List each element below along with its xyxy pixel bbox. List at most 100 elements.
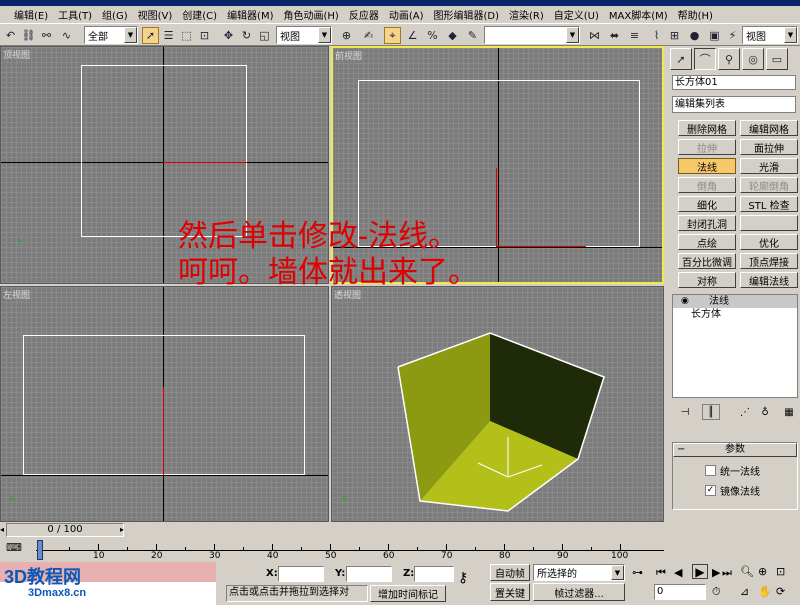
- motion-tab-icon[interactable]: ◎: [742, 48, 764, 70]
- lightbulb-icon[interactable]: ◉: [681, 295, 689, 308]
- modify-tab-icon[interactable]: ⌒: [694, 48, 716, 70]
- configure-sets-icon[interactable]: ▦: [780, 404, 798, 420]
- key-filters-button[interactable]: 帧过滤器...: [533, 583, 625, 601]
- edit-normals-button[interactable]: 编辑法线: [740, 272, 798, 288]
- viewport-label[interactable]: 前视图: [335, 49, 362, 62]
- checkbox-box[interactable]: [705, 465, 716, 476]
- checkbox-box[interactable]: ✓: [705, 485, 716, 496]
- render-scene-icon[interactable]: ▣: [706, 27, 723, 44]
- add-time-tag-button[interactable]: 增加时间标记: [370, 585, 446, 602]
- multires-button[interactable]: 百分比微调: [678, 253, 736, 269]
- track-bar-menu-icon[interactable]: ⌨: [6, 541, 22, 554]
- remove-modifier-icon[interactable]: ♁: [756, 404, 774, 420]
- select-manipulate-icon[interactable]: ✍: [360, 27, 377, 44]
- chamfer-button[interactable]: 倒角: [678, 177, 736, 193]
- menu-animation[interactable]: 动画(A): [389, 7, 424, 22]
- time-slider[interactable]: 0 / 100: [6, 523, 124, 537]
- menu-help[interactable]: 帮助(H): [678, 7, 713, 22]
- face-extrude-button[interactable]: 面拉伸: [740, 139, 798, 155]
- menu-group[interactable]: 组(G): [102, 7, 128, 22]
- menu-customize[interactable]: 自定义(U): [554, 7, 599, 22]
- schematic-view-icon[interactable]: ⊞: [666, 27, 683, 44]
- stack-item-normal[interactable]: ◉ 法线: [673, 295, 797, 308]
- extrude-button[interactable]: 拉伸: [678, 139, 736, 155]
- rect-select-icon[interactable]: ⬚: [178, 27, 195, 44]
- select-by-name-icon[interactable]: ☰: [160, 27, 177, 44]
- menu-rendering[interactable]: 渲染(R): [509, 7, 544, 22]
- y-coord-field[interactable]: [346, 566, 392, 582]
- undo-icon[interactable]: ↶: [2, 27, 19, 44]
- menu-views[interactable]: 视图(V): [138, 7, 173, 22]
- viewport-label[interactable]: 顶视图: [3, 48, 30, 61]
- x-coord-field[interactable]: [278, 566, 324, 582]
- angle-snap-icon[interactable]: ∠: [404, 27, 421, 44]
- modifier-list-dropdown[interactable]: 编辑集列表: [672, 96, 796, 113]
- menu-tools[interactable]: 工具(T): [58, 7, 92, 22]
- normal-modifier-button[interactable]: 法线: [678, 158, 736, 174]
- set-key-button[interactable]: 置关键: [490, 583, 530, 601]
- key-icon[interactable]: ⚷: [458, 570, 468, 586]
- show-end-result-icon[interactable]: ║: [702, 404, 720, 420]
- reference-coord-combo[interactable]: 视图 ▼: [276, 26, 332, 44]
- outline-chamfer-button[interactable]: 轮廓倒角: [740, 177, 798, 193]
- cap-holes-button[interactable]: 封闭孔洞: [678, 215, 736, 231]
- stl-check-button[interactable]: STL 检查: [740, 196, 798, 212]
- window-crossing-icon[interactable]: ⊡: [196, 27, 213, 44]
- play-icon[interactable]: ▶: [692, 564, 708, 579]
- zoom-extents-icon[interactable]: ⊡: [776, 565, 785, 578]
- named-selection-combo[interactable]: ▼: [484, 26, 580, 44]
- select-arrow-icon[interactable]: ➚: [142, 27, 159, 44]
- next-frame-icon[interactable]: ▶: [712, 566, 720, 579]
- mirror-icon[interactable]: ⋈: [586, 27, 603, 44]
- material-editor-icon[interactable]: ●: [686, 27, 703, 44]
- edit-mesh-button[interactable]: 编辑网格: [740, 120, 798, 136]
- chevron-left-icon[interactable]: ◂: [0, 525, 4, 534]
- vertex-weld-button[interactable]: 顶点焊接: [740, 253, 798, 269]
- z-coord-field[interactable]: [414, 566, 454, 582]
- quick-render-icon[interactable]: ⚡: [724, 27, 741, 44]
- rollout-title-bar[interactable]: − 参数: [673, 443, 797, 457]
- viewport-left[interactable]: 左视图 ⊾: [0, 286, 329, 522]
- smooth-button[interactable]: 光滑: [740, 158, 798, 174]
- delete-mesh-button[interactable]: 删除网格: [678, 120, 736, 136]
- unlink-icon[interactable]: ⚯: [38, 27, 55, 44]
- menu-character[interactable]: 角色动画(H): [284, 7, 339, 22]
- edit-named-selection-icon[interactable]: ✎: [464, 27, 481, 44]
- stack-item-box[interactable]: 长方体: [673, 308, 797, 321]
- scale-icon[interactable]: ◱: [256, 27, 273, 44]
- bind-spacewarp-icon[interactable]: ∿: [58, 27, 75, 44]
- menu-maxscript[interactable]: MAX脚本(M): [609, 7, 668, 22]
- percent-snap-icon[interactable]: %: [424, 27, 441, 44]
- flip-normals-checkbox[interactable]: ✓ 镜像法线: [705, 483, 760, 498]
- arc-rotate-icon[interactable]: ⟳: [776, 585, 785, 598]
- go-to-end-icon[interactable]: ⏭: [722, 566, 732, 580]
- pan-icon[interactable]: ✋: [758, 585, 772, 598]
- field-of-view-icon[interactable]: ⊿: [740, 585, 749, 598]
- time-config-icon[interactable]: ⏱: [712, 585, 721, 599]
- symmetry-button[interactable]: 对称: [678, 272, 736, 288]
- track-bar[interactable]: ⌨ 0 10 20 30 40 50 60 70 80 90 100: [0, 538, 668, 562]
- pin-stack-icon[interactable]: ⊣: [676, 404, 694, 420]
- previous-frame-icon[interactable]: ◀: [674, 566, 682, 579]
- snap-toggle-icon[interactable]: ⌖: [384, 27, 401, 44]
- empty-slot-button[interactable]: [740, 215, 798, 231]
- tessellate-button[interactable]: 细化: [678, 196, 736, 212]
- render-viewport-combo[interactable]: 视图 ▼: [742, 26, 798, 44]
- move-icon[interactable]: ✥: [220, 27, 237, 44]
- zoom-all-icon[interactable]: ⊕: [758, 565, 767, 578]
- optimize-button[interactable]: 优化: [740, 234, 798, 250]
- pivot-center-icon[interactable]: ⊕: [338, 27, 355, 44]
- viewport-front[interactable]: 前视图: [331, 46, 664, 284]
- key-mode-combo[interactable]: 所选择的 ▼: [533, 564, 625, 581]
- display-tab-icon[interactable]: ▭: [766, 48, 788, 70]
- unify-normals-checkbox[interactable]: 统一法线: [705, 463, 760, 478]
- auto-key-button[interactable]: 自动帧: [490, 564, 530, 581]
- viewport-perspective[interactable]: 透视图 ⊾: [331, 286, 664, 522]
- layer-manager-icon[interactable]: ≡: [626, 27, 643, 44]
- curve-editor-icon[interactable]: ⌇: [648, 27, 665, 44]
- link-icon[interactable]: ⛓: [20, 27, 37, 44]
- hierarchy-tab-icon[interactable]: ⚲: [718, 48, 740, 70]
- zoom-icon[interactable]: 🔍︎: [740, 565, 754, 578]
- menu-modifiers[interactable]: 编辑器(M): [227, 7, 273, 22]
- make-unique-icon[interactable]: ⋰: [736, 404, 754, 420]
